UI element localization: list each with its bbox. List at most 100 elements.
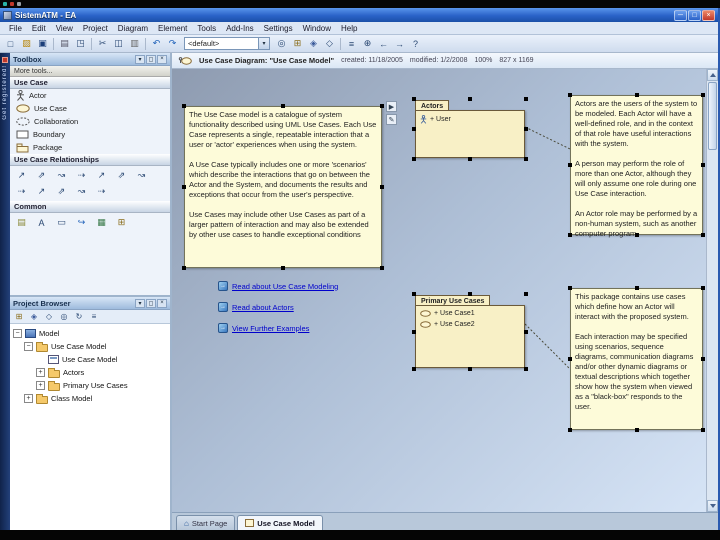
menu-item-help[interactable]: Help [336, 24, 362, 33]
selection-handle[interactable] [380, 104, 384, 108]
trace-icon[interactable] [52, 184, 71, 199]
selection-handle[interactable] [468, 157, 472, 161]
new-diagram-icon[interactable] [27, 310, 41, 323]
scrollbar-track[interactable] [707, 81, 718, 500]
collapse-icon[interactable] [13, 329, 22, 338]
aggregation-icon[interactable] [72, 184, 91, 199]
open-icon[interactable] [19, 36, 34, 51]
cut-icon[interactable] [95, 36, 110, 51]
new-element-icon[interactable] [322, 36, 337, 51]
selection-handle[interactable] [568, 233, 572, 237]
refresh-icon[interactable] [72, 310, 86, 323]
close-button[interactable] [702, 9, 715, 21]
selection-handle[interactable] [182, 104, 186, 108]
use-icon[interactable] [12, 168, 31, 183]
toolbox-header[interactable]: Toolbox [10, 53, 170, 66]
menu-item-file[interactable]: File [4, 24, 27, 33]
new-file-icon[interactable] [3, 36, 18, 51]
selection-handle[interactable] [701, 428, 705, 432]
selection-handle[interactable] [634, 286, 639, 290]
menu-item-tools[interactable]: Tools [192, 24, 221, 33]
extend-icon[interactable] [92, 168, 111, 183]
selection-handle[interactable] [568, 286, 572, 290]
selection-handle[interactable] [524, 292, 528, 296]
menu-item-diagram[interactable]: Diagram [113, 24, 153, 33]
selection-handle[interactable] [182, 266, 186, 270]
menu-item-settings[interactable]: Settings [259, 24, 298, 33]
note-element-use-case-overview[interactable]: The Use Case model is a catalogue of sys… [182, 104, 384, 270]
selection-handle[interactable] [568, 93, 572, 97]
tab-use-case-model[interactable]: Use Case Model [237, 515, 323, 530]
selection-handle[interactable] [524, 127, 528, 131]
toolbox-group-relationships[interactable]: Use Case Relationships [10, 154, 170, 166]
trial-banner[interactable]: Get registered! [0, 53, 10, 530]
selection-handle[interactable] [634, 233, 639, 237]
note-link-icon[interactable] [92, 184, 111, 199]
forward-icon[interactable] [392, 36, 407, 51]
selection-handle[interactable] [468, 367, 472, 371]
selection-handle[interactable] [524, 367, 528, 371]
chevron-down-icon[interactable] [135, 54, 145, 64]
note-element-actors[interactable]: Actors are the users of the system to be… [568, 93, 705, 238]
profile-dropdown[interactable]: <default> [184, 37, 270, 50]
save-icon[interactable] [35, 36, 50, 51]
hyperlink-read-about-actors[interactable]: Read about Actors [218, 302, 294, 312]
menu-item-project[interactable]: Project [78, 24, 113, 33]
package-element-actors[interactable]: Actors + User [412, 97, 528, 161]
toolbox-group-common[interactable]: Common [10, 201, 170, 213]
selection-handle[interactable] [281, 104, 285, 108]
expand-icon[interactable] [36, 368, 45, 377]
include-icon[interactable] [72, 168, 91, 183]
tree-item-primary-use-cases[interactable]: Primary Use Cases [10, 379, 170, 392]
note-link-connector[interactable] [524, 126, 571, 150]
scrollbar-thumb[interactable] [708, 82, 717, 150]
selection-handle[interactable] [701, 93, 705, 97]
expand-icon[interactable] [36, 381, 45, 390]
selection-handle[interactable] [281, 266, 285, 270]
text-icon[interactable] [32, 215, 51, 230]
selection-handle[interactable] [412, 157, 416, 161]
associate-icon[interactable] [32, 168, 51, 183]
diagram-canvas[interactable]: The Use Case model is a catalogue of sys… [172, 69, 706, 512]
tab-start-page[interactable]: Start Page [176, 515, 236, 530]
precedes-icon[interactable] [12, 184, 31, 199]
selection-handle[interactable] [634, 428, 639, 432]
package-element-primary-use-cases[interactable]: Primary Use Cases + Use Case1 + Use Case… [412, 292, 528, 371]
back-icon[interactable] [376, 36, 391, 51]
selection-handle[interactable] [524, 329, 528, 334]
copy-icon[interactable] [111, 36, 126, 51]
tree-item-actors[interactable]: Actors [10, 366, 170, 379]
package-content-user[interactable]: + User [420, 115, 520, 124]
selection-handle[interactable] [412, 292, 416, 296]
selection-handle[interactable] [412, 329, 416, 334]
selection-handle[interactable] [568, 428, 572, 432]
chevron-down-icon[interactable] [135, 298, 145, 308]
realize-icon[interactable] [112, 168, 131, 183]
selection-handle[interactable] [524, 97, 528, 101]
scroll-down-button[interactable] [707, 500, 718, 512]
new-diagram-icon[interactable] [306, 36, 321, 51]
new-package-icon[interactable] [290, 36, 305, 51]
tree-item-use-case-model-diagram[interactable]: Use Case Model [10, 353, 170, 366]
hyperlink-icon[interactable] [72, 215, 91, 230]
scroll-up-button[interactable] [707, 69, 718, 81]
toolbox-group-use-case[interactable]: Use Case [10, 77, 170, 89]
dependency-icon[interactable] [32, 184, 51, 199]
quicklinker-arrow-icon[interactable] [386, 101, 397, 112]
image-icon[interactable] [92, 215, 111, 230]
selection-handle[interactable] [412, 97, 416, 101]
close-icon[interactable] [157, 54, 167, 64]
paste-icon[interactable] [127, 36, 142, 51]
redo-icon[interactable] [165, 36, 180, 51]
package-content-use-case2[interactable]: + Use Case2 [420, 321, 520, 328]
note-link-connector[interactable] [524, 323, 571, 370]
selection-handle[interactable] [182, 185, 186, 189]
search-icon[interactable] [274, 36, 289, 51]
tree-item-use-case-model-package[interactable]: Use Case Model [10, 340, 170, 353]
hyperlink-view-further-examples[interactable]: View Further Examples [218, 323, 309, 333]
help-icon[interactable] [408, 36, 423, 51]
project-browser-header[interactable]: Project Browser [10, 297, 170, 310]
selection-handle[interactable] [701, 286, 705, 290]
selection-handle[interactable] [634, 93, 639, 97]
pin-icon[interactable] [146, 298, 156, 308]
